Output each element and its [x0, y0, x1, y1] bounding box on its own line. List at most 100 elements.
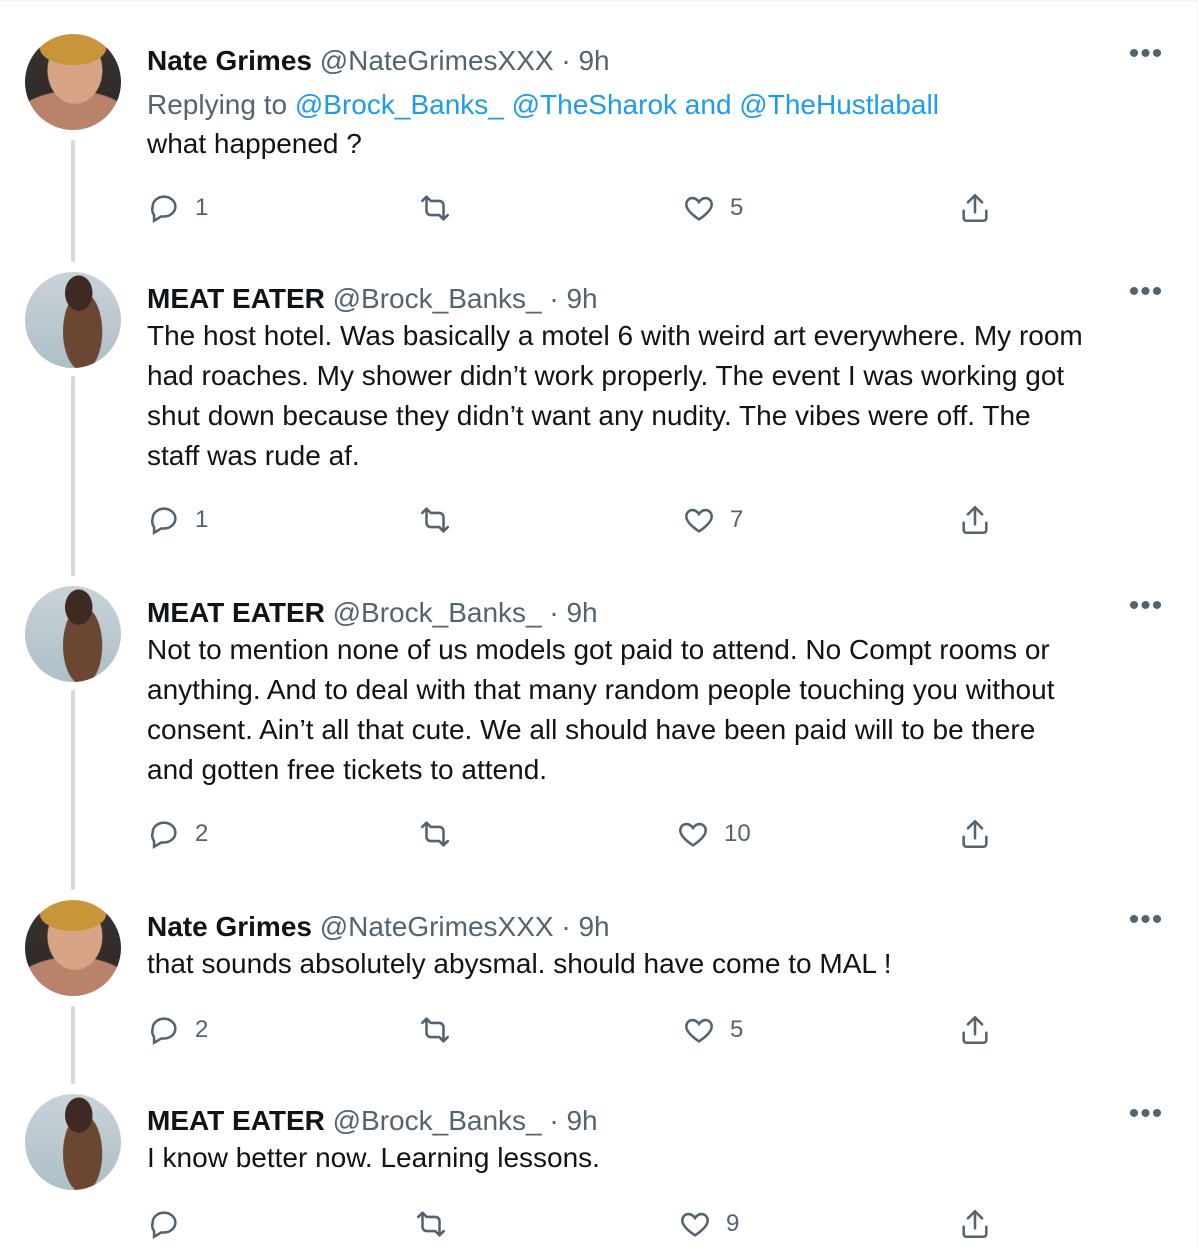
tweet[interactable]: MEAT EATER @Brock_Banks_ · 9h ••• I know…	[0, 1094, 1198, 1244]
timestamp[interactable]: 9h	[566, 597, 597, 628]
display-name[interactable]: MEAT EATER	[147, 1105, 325, 1136]
tweet[interactable]: MEAT EATER @Brock_Banks_ · 9h ••• The ho…	[0, 272, 1198, 562]
tweet-text: what happened ?	[147, 128, 362, 159]
like-button[interactable]: 5	[682, 188, 743, 228]
reply-icon	[151, 507, 177, 536]
reply-icon	[151, 1211, 177, 1240]
retweet-button[interactable]	[418, 1010, 466, 1050]
retweet-icon	[420, 195, 450, 221]
mention-link[interactable]: @TheSharok	[512, 89, 677, 120]
more-icon[interactable]: •••	[1126, 39, 1166, 74]
reply-button[interactable]: 1	[147, 500, 208, 540]
like-button[interactable]: 9	[678, 1204, 739, 1244]
tweet-text-line: anything. And to deal with that many ran…	[147, 674, 1055, 705]
heart-icon	[685, 196, 713, 221]
tweet[interactable]: MEAT EATER @Brock_Banks_ · 9h ••• Not to…	[0, 586, 1198, 876]
avatar[interactable]	[25, 1094, 121, 1190]
tweet-header: Nate Grimes @NateGrimesXXX · 9h	[147, 44, 1138, 78]
more-icon[interactable]: •••	[1126, 591, 1166, 626]
more-icon[interactable]: •••	[1126, 277, 1166, 312]
retweet-icon	[416, 1211, 446, 1237]
reply-icon	[151, 1017, 177, 1046]
reply-count: 2	[195, 820, 209, 847]
reply-button[interactable]: 1	[147, 188, 208, 228]
heart-icon	[685, 1018, 713, 1043]
separator: ·	[549, 597, 559, 628]
handle[interactable]: @Brock_Banks_	[333, 597, 542, 628]
share-icon	[962, 193, 988, 223]
tweet-text-line: had roaches. My shower didn’t work prope…	[147, 360, 1065, 391]
display-name[interactable]: Nate Grimes	[147, 911, 312, 942]
like-count: 5	[730, 194, 744, 221]
mention-link[interactable]: @Brock_Banks_	[295, 89, 504, 120]
retweet-button[interactable]	[414, 1204, 462, 1244]
like-button[interactable]: 7	[682, 500, 743, 540]
avatar[interactable]	[25, 586, 121, 682]
share-button[interactable]	[958, 1010, 992, 1050]
display-name[interactable]: MEAT EATER	[147, 597, 325, 628]
reply-icon	[151, 821, 177, 850]
handle[interactable]: @NateGrimesXXX	[320, 911, 554, 942]
more-icon[interactable]: •••	[1126, 1099, 1166, 1134]
retweet-icon	[420, 821, 450, 847]
action-bar: 1 7	[0, 500, 1198, 540]
retweet-button[interactable]	[418, 500, 466, 540]
share-icon	[962, 1015, 988, 1045]
retweet-button[interactable]	[418, 814, 466, 854]
timestamp[interactable]: 9h	[566, 1105, 597, 1136]
tweet-text: Not to mention none of us models got pai…	[147, 630, 1168, 790]
heart-icon	[679, 822, 707, 847]
handle[interactable]: @Brock_Banks_	[333, 283, 542, 314]
tweet-text-line: and gotten free tickets to attend.	[147, 754, 548, 785]
handle[interactable]: @Brock_Banks_	[333, 1105, 542, 1136]
reply-button[interactable]: 2	[147, 814, 208, 854]
display-name[interactable]: Nate Grimes	[147, 45, 312, 76]
separator: ·	[549, 283, 559, 314]
reply-button[interactable]	[147, 1204, 195, 1244]
tweet[interactable]: Nate Grimes @NateGrimesXXX · 9h ••• that…	[0, 900, 1198, 1070]
share-button[interactable]	[958, 814, 992, 854]
timestamp[interactable]: 9h	[578, 45, 609, 76]
action-bar: 1 5	[0, 188, 1198, 228]
tweet-text: that sounds absolutely abysmal. should h…	[147, 948, 892, 979]
timestamp[interactable]: 9h	[578, 911, 609, 942]
separator: ·	[561, 45, 571, 76]
separator: ·	[549, 1105, 559, 1136]
retweet-button[interactable]	[418, 188, 466, 228]
display-name[interactable]: MEAT EATER	[147, 283, 325, 314]
tweet-header: MEAT EATER @Brock_Banks_ · 9h	[147, 282, 1138, 316]
action-bar: 2 10	[0, 814, 1198, 854]
tweet-text: The host hotel. Was basically a motel 6 …	[147, 316, 1168, 476]
tweet-header: MEAT EATER @Brock_Banks_ · 9h	[147, 1104, 1138, 1138]
action-bar: 2 5	[0, 1010, 1198, 1050]
like-button[interactable]: 10	[676, 814, 751, 854]
more-icon[interactable]: •••	[1126, 905, 1166, 940]
handle[interactable]: @NateGrimesXXX	[320, 45, 554, 76]
like-button[interactable]: 5	[682, 1010, 743, 1050]
timestamp[interactable]: 9h	[566, 283, 597, 314]
tweet-text: I know better now. Learning lessons.	[147, 1142, 600, 1173]
reply-count: 2	[195, 1016, 209, 1043]
heart-icon	[681, 1212, 709, 1237]
reply-icon	[151, 195, 177, 224]
avatar[interactable]	[25, 34, 121, 130]
like-count: 5	[730, 1016, 744, 1043]
share-icon	[962, 1209, 988, 1239]
tweet-text-line: consent. Ain’t all that cute. We all sho…	[147, 714, 1036, 745]
action-bar: 9	[0, 1204, 1198, 1244]
reply-button[interactable]: 2	[147, 1010, 208, 1050]
heart-icon	[685, 508, 713, 533]
avatar[interactable]	[25, 900, 121, 996]
share-button[interactable]	[958, 188, 992, 228]
retweet-icon	[420, 1017, 450, 1043]
mention-link[interactable]: @TheHustlaball	[739, 89, 939, 120]
share-button[interactable]	[958, 500, 992, 540]
share-button[interactable]	[958, 1204, 992, 1244]
tweet-text-line: Not to mention none of us models got pai…	[147, 634, 1050, 665]
reply-count: 1	[195, 506, 209, 533]
like-count: 7	[730, 506, 744, 533]
like-count: 10	[724, 820, 751, 847]
tweet-header: MEAT EATER @Brock_Banks_ · 9h	[147, 596, 1138, 630]
tweet[interactable]: Nate Grimes @NateGrimesXXX · 9h ••• Repl…	[0, 34, 1198, 234]
avatar[interactable]	[25, 272, 121, 368]
